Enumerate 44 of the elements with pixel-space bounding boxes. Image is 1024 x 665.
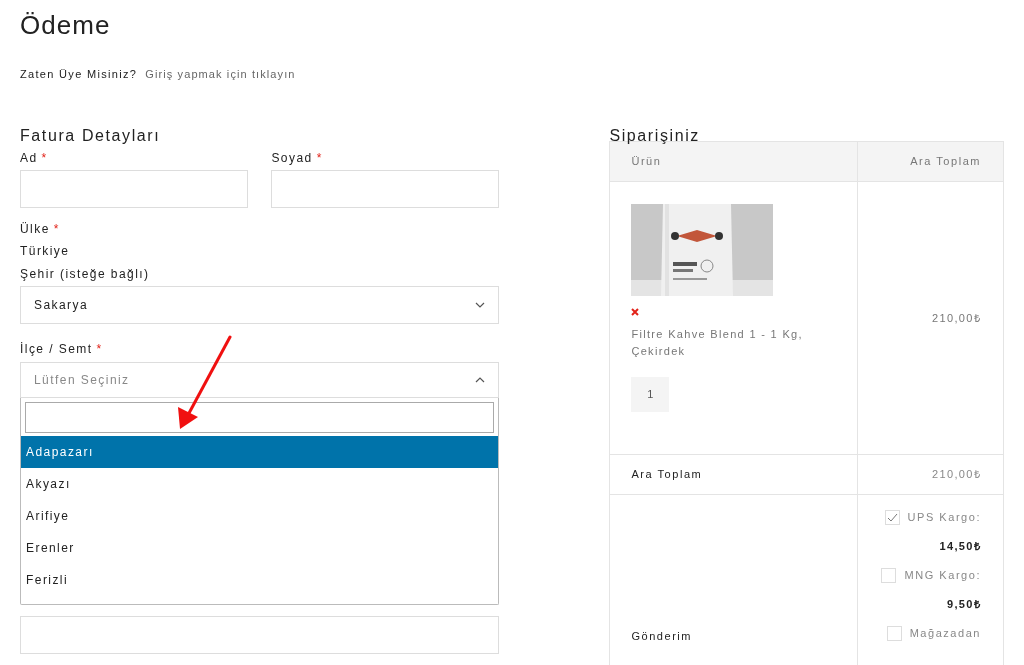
checkbox[interactable]	[881, 567, 897, 583]
quantity-input[interactable]: 1	[631, 377, 670, 412]
text-input[interactable]	[271, 170, 500, 208]
dropdown-option[interactable]: Ferizli	[21, 564, 499, 596]
shipping-price: 14,50₺	[939, 539, 981, 554]
field-label: Şehir (isteğe bağlı)	[20, 266, 150, 283]
dropdown-option[interactable]: Akyazı	[21, 468, 499, 500]
checkbox[interactable]	[886, 625, 902, 641]
country-value: Türkiye	[20, 243, 70, 260]
line-total: 210,00₺	[932, 310, 981, 326]
shipping-option[interactable]: UPS Kargo:	[907, 508, 981, 526]
subtotal-value: 210,00₺	[932, 467, 981, 483]
field-label: Soyad	[271, 150, 313, 167]
login-link[interactable]: Giriş yapmak için tıklayın	[145, 65, 296, 83]
shipping-option[interactable]: MNG Kargo:	[904, 566, 981, 584]
field-label: İlçe / Semt	[20, 341, 93, 358]
shipping-label: Gönderim	[631, 630, 693, 642]
dropdown-option[interactable]: Erenler	[21, 532, 499, 564]
district-select[interactable]: Lütfen Seçiniz	[20, 362, 500, 398]
section-title: Fatura Detayları	[20, 126, 162, 146]
field-label: Ad	[20, 150, 38, 167]
subtotal-label: Ara Toplam	[631, 467, 703, 483]
shipping-price: 9,50₺	[947, 597, 981, 612]
city-select[interactable]: Sakarya	[20, 286, 500, 324]
text-input[interactable]	[20, 170, 248, 208]
remove-icon[interactable]	[631, 308, 640, 316]
required-mark: *	[316, 150, 322, 167]
column-header: Ara Toplam	[909, 154, 982, 170]
required-mark: *	[41, 150, 47, 167]
chevron-up-icon	[475, 377, 486, 383]
text-input[interactable]	[20, 616, 500, 654]
dropdown-option[interactable]: Adapazarı	[21, 436, 499, 468]
login-question: Zaten Üye Misiniz?	[20, 66, 138, 82]
checkbox[interactable]	[884, 509, 900, 525]
field-label: Ülke	[20, 221, 50, 238]
dropdown-option[interactable]: Arifiye	[21, 500, 499, 532]
product-name: Filtre Kahve Blend 1 - 1 Kg, Çekirdek	[631, 327, 804, 359]
required-mark: *	[53, 221, 59, 238]
page-title: Ödeme	[20, 9, 112, 42]
shipping-option[interactable]: Mağazadan	[909, 624, 981, 642]
search-input[interactable]	[25, 402, 495, 433]
check-icon	[886, 512, 898, 522]
chevron-down-icon	[475, 302, 486, 308]
required-mark: *	[96, 341, 102, 358]
